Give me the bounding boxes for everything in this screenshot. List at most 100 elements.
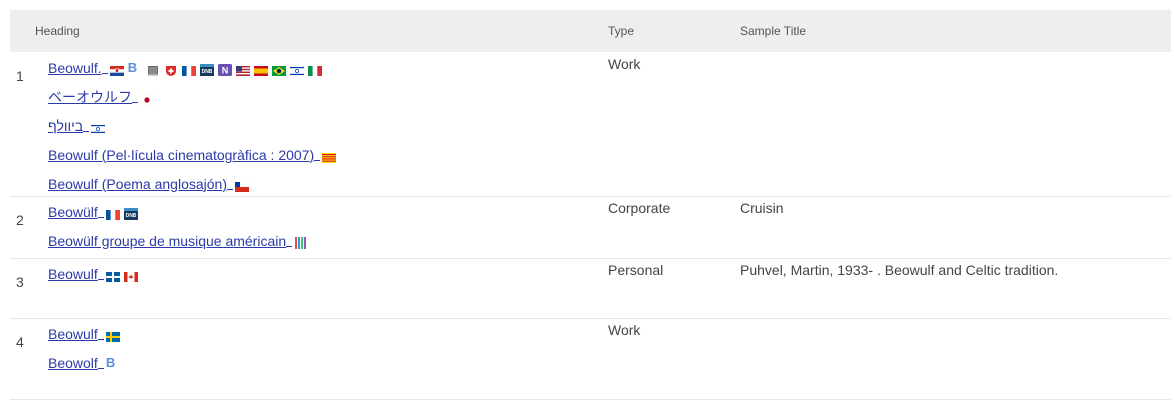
dnb-icon[interactable]: DNB [123,207,138,220]
heading-entry: ベーオウルフ [48,85,336,108]
bars-icon[interactable] [294,236,308,249]
spain-flag-icon[interactable] [253,63,268,76]
source-link[interactable] [105,329,120,342]
column-type: Type [608,24,635,38]
authority-table: Heading Type Sample Title 1 Beowulf. B DNB N… [0,0,1174,400]
b-letter-icon[interactable]: B [128,61,142,74]
source-link[interactable] [253,63,268,76]
heading-entry: Beowolf B [48,351,120,374]
israel-flag-icon[interactable] [289,63,304,76]
heading-list: Beowulf Beowolf B [48,322,120,380]
dnb-icon[interactable]: DNB [199,63,214,76]
israel-flag-icon[interactable] [90,121,106,134]
source-link[interactable] [289,63,304,76]
usa-flag-icon[interactable] [235,63,250,76]
heading-link[interactable]: Beowulf (Pel·lícula cinematogràfica : 20… [48,147,314,163]
source-link[interactable] [181,63,196,76]
sample-title-cell: Puhvel, Martin, 1933- . Beowulf and Celt… [740,262,1059,278]
row-number: 2 [16,212,24,228]
link-underline-gap [227,177,233,190]
heading-entry: Beowulf (Pel·lícula cinematogràfica : 20… [48,143,337,166]
heading-entry: Beowülf groupe de musique américain [48,229,308,252]
table-row: 2 Beowülf DNB Beowülf groupe de musique amé… [10,196,1171,259]
table-row: 1 Beowulf. B DNB N ベーオウルフ ביוולף Beowulf (Pel·l… [10,52,1171,197]
canada-flag-icon[interactable] [123,269,138,282]
heading-link[interactable]: Beowulf [48,326,98,342]
source-link[interactable] [234,179,250,192]
source-link[interactable] [139,92,155,105]
link-underline-gap [97,327,104,340]
row-number: 1 [16,68,24,84]
source-link[interactable] [164,63,178,76]
source-link[interactable]: B [128,61,142,74]
source-link[interactable] [90,121,106,134]
heading-link[interactable]: ベーオウルフ [48,87,132,107]
table-row: 4 Beowulf Beowolf B Work [10,318,1171,400]
catalonia-flag-icon[interactable] [322,150,337,163]
type-cell: Corporate [608,200,671,216]
link-underline-gap [97,267,104,280]
source-link[interactable]: DNB [199,63,214,76]
source-link[interactable] [109,63,124,76]
heading-list: Beowulf [48,262,138,291]
croatia-flag-icon[interactable] [109,63,124,76]
source-link[interactable] [294,236,308,249]
heading-entry: ביוולף [48,114,336,137]
link-underline-gap [286,234,293,247]
heading-link[interactable]: Beowulf [48,266,98,282]
japan-flag-icon[interactable] [139,92,155,105]
heading-link[interactable]: Beowulf. [48,60,102,76]
heading-entry: Beowulf [48,262,138,285]
link-underline-gap [132,90,138,103]
source-link[interactable] [105,269,120,282]
sweden-flag-icon[interactable] [105,329,120,342]
italy-flag-icon[interactable] [307,63,322,76]
heading-entry: Beowulf [48,322,120,345]
row-number: 4 [16,334,24,350]
source-link[interactable]: DNB [123,207,138,220]
svg-text:N: N [221,65,228,75]
source-link[interactable] [235,63,250,76]
heading-list: Beowulf. B DNB N ベーオウルフ ביוולף Beowulf (Pel·lí… [48,56,337,201]
heading-entry: Beowülf DNB [48,200,308,223]
type-cell: Personal [608,262,664,278]
france-flag-icon[interactable] [181,63,196,76]
heading-link[interactable]: Beowulf (Poema anglosajón) [48,176,227,192]
sample-title-cell: Cruisin [740,200,784,216]
heading-entry: Beowulf. B DNB N [48,56,336,79]
source-link[interactable] [322,150,337,163]
link-underline-gap [97,356,104,369]
svg-text:DNB: DNB [201,69,212,75]
source-link[interactable]: B [106,356,120,369]
column-heading: Heading [35,24,80,38]
heading-link[interactable]: Beowülf groupe de musique américain [48,233,286,249]
source-link[interactable] [146,63,160,76]
brazil-flag-icon[interactable] [271,63,286,76]
source-link[interactable] [105,207,120,220]
n-badge-icon[interactable]: N [217,63,232,76]
svg-text:DNB: DNB [125,213,136,219]
heading-link[interactable]: ביוולף [48,118,83,134]
b-letter-icon[interactable]: B [106,356,120,369]
quebec-flag-icon[interactable] [105,269,120,282]
chile-flag-icon[interactable] [234,179,250,192]
heading-link[interactable]: Beowolf [48,355,98,371]
source-link[interactable] [123,269,138,282]
column-sample-title: Sample Title [740,24,807,38]
heading-list: Beowülf DNB Beowülf groupe de musique amér… [48,200,308,258]
france-flag-icon[interactable] [105,207,120,220]
link-underline-gap [314,148,321,161]
swiss-flag-icon[interactable] [164,63,178,76]
link-underline-gap [97,205,104,218]
heading-entry: Beowulf (Poema anglosajón) [48,172,336,195]
source-link[interactable] [307,63,322,76]
book-icon[interactable] [146,63,160,76]
type-cell: Work [608,56,641,72]
heading-link[interactable]: Beowülf [48,204,98,220]
table-row: 3 Beowulf Personal Puhvel, Martin, 1933- . … [10,258,1171,319]
source-link[interactable] [271,63,286,76]
link-underline-gap [83,119,90,132]
type-cell: Work [608,322,641,338]
source-link[interactable]: N [217,63,232,76]
link-underline-gap [101,61,108,74]
